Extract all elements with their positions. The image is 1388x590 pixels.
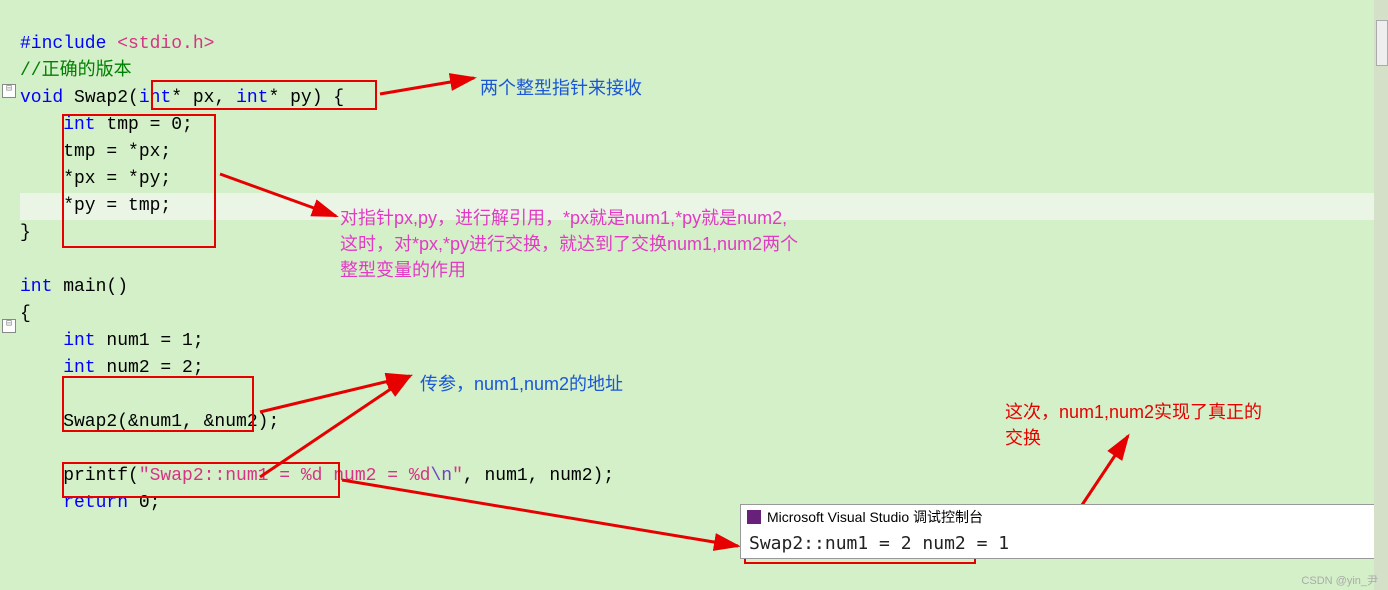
watermark: CSDN @yin_尹 <box>1301 572 1378 588</box>
console-titlebar: Microsoft Visual Studio 调试控制台 <box>741 505 1375 529</box>
arrow-5 <box>1078 432 1138 512</box>
comment: //正确的版本 <box>20 61 132 81</box>
keyword: int <box>20 277 52 297</box>
code-text: num2 = 2; <box>96 358 204 378</box>
arrow-4 <box>340 478 745 558</box>
arrow-1 <box>378 60 488 100</box>
code-text: } <box>20 223 31 243</box>
code-gutter: ⊟ ⊟ <box>0 0 18 590</box>
scroll-thumb[interactable] <box>1376 20 1388 66</box>
scrollbar[interactable] <box>1374 0 1388 590</box>
fold-marker[interactable]: ⊟ <box>2 84 16 98</box>
arrow-3 <box>258 362 418 482</box>
keyword: int <box>20 358 96 378</box>
keyword: #include <box>20 34 106 54</box>
annotation-2-line2: 这时，对*px,*py进行交换，就达到了交换num1,num2两个 <box>340 230 798 256</box>
annotation-2: 对指针px,py，进行解引用，*px就是num1,*py就是num2, 这时，对… <box>340 204 798 282</box>
code-text: main() <box>52 277 128 297</box>
fold-marker[interactable]: ⊟ <box>2 319 16 333</box>
console-window: Microsoft Visual Studio 调试控制台 Swap2::num… <box>740 504 1376 559</box>
code-text: { <box>20 304 31 324</box>
console-title-text: Microsoft Visual Studio 调试控制台 <box>767 507 983 527</box>
string: > <box>204 34 215 54</box>
annotation-2-line3: 整型变量的作用 <box>340 256 798 282</box>
code-text: num1 = 1; <box>96 331 204 351</box>
annotation-4-line1: 这次，num1,num2实现了真正的 <box>1005 398 1262 424</box>
red-box-params <box>151 80 377 110</box>
string: < <box>106 34 128 54</box>
red-box-swap-body <box>62 114 216 248</box>
vs-icon <box>747 510 761 524</box>
arrow-2 <box>218 164 343 224</box>
red-box-nums <box>62 376 254 432</box>
keyword: void <box>20 88 63 108</box>
keyword: int <box>20 331 96 351</box>
annotation-1: 两个整型指针来接收 <box>480 74 642 100</box>
string: stdio.h <box>128 34 204 54</box>
annotation-2-line1: 对指针px,py，进行解引用，*px就是num1,*py就是num2, <box>340 204 798 230</box>
annotation-3: 传参，num1,num2的地址 <box>420 370 623 396</box>
code-text: Swap2( <box>63 88 139 108</box>
console-output: Swap2::num1 = 2 num2 = 1 <box>741 529 1375 558</box>
